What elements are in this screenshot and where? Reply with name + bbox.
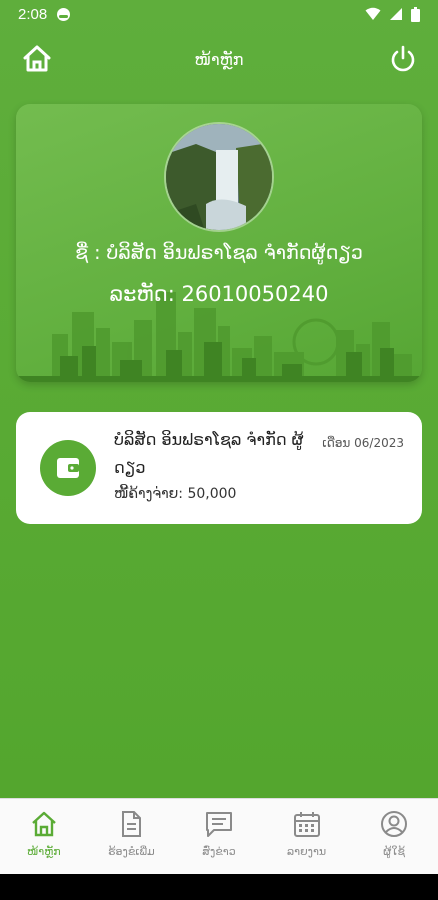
system-navigation-bar [0, 874, 438, 900]
nav-item-report[interactable]: ລາຍງານ [263, 799, 351, 874]
calendar-icon [293, 812, 320, 837]
nav-item-home[interactable]: ໜ້າຫຼັກ [0, 799, 88, 874]
bill-month: ເດືອນ 06/2023 [322, 436, 404, 450]
power-icon[interactable] [388, 44, 418, 74]
status-bar: 2:08 [0, 0, 438, 28]
nav-label: ໜ້າຫຼັກ [26, 845, 61, 858]
nav-label: ລາຍງານ [287, 845, 327, 858]
battery-icon [411, 6, 420, 22]
nav-label: ຮ້ອງຂໍເພີ່ມ [108, 845, 155, 858]
profile-name: ຊື່ : ບໍລິສັດ ອິນຟຣາໂຊລ ຈຳກັດຜູ້ດຽວ [75, 242, 363, 264]
bottom-navigation: ໜ້າຫຼັກ ຮ້ອງຂໍເພີ່ມ ສົ່ງຂ່າວ ລາຍງານ ຜູ້ໃ… [0, 798, 438, 874]
nav-item-user[interactable]: ຜູ້ໃຊ້ [350, 799, 438, 874]
wifi-icon [365, 7, 381, 20]
bill-card[interactable]: ບໍລິສັດ ອິນຟຣາໂຊລ ຈຳກັດ ຜູ້ດຽວ ເດືອນ 06/… [16, 412, 422, 524]
user-icon [381, 811, 408, 837]
profile-code: ລະຫັດ: 26010050240 [109, 282, 329, 306]
nav-label: ສົ່ງຂ່າວ [202, 845, 236, 858]
page-title: ໜ້າຫຼັກ [194, 49, 244, 69]
wallet-icon [40, 440, 96, 496]
nav-item-request[interactable]: ຮ້ອງຂໍເພີ່ມ [88, 799, 176, 874]
app-notification-icon [57, 7, 71, 21]
document-icon [122, 811, 142, 837]
status-time: 2:08 [18, 5, 48, 23]
home-icon [31, 811, 56, 837]
nav-item-message[interactable]: ສົ່ງຂ່າວ [175, 799, 263, 874]
bill-amount: ໜີ້ຄ້າງຈ່າຍ: 50,000 [114, 486, 237, 502]
profile-card: ຊື່ : ບໍລິສັດ ອິນຟຣາໂຊລ ຈຳກັດຜູ້ດຽວ ລະຫັ… [16, 104, 422, 382]
nav-label: ຜູ້ໃຊ້ [383, 845, 406, 858]
waterfall-photo [166, 124, 272, 230]
avatar [164, 122, 274, 232]
signal-icon [390, 8, 402, 20]
home-icon[interactable] [22, 44, 52, 74]
status-icons [365, 6, 420, 22]
app-header: ໜ້າຫຼັກ [0, 28, 438, 90]
bill-company-name: ບໍລິສັດ ອິນຟຣາໂຊລ ຈຳກັດ ຜູ້ດຽວ [114, 430, 304, 477]
chat-icon [205, 812, 232, 837]
